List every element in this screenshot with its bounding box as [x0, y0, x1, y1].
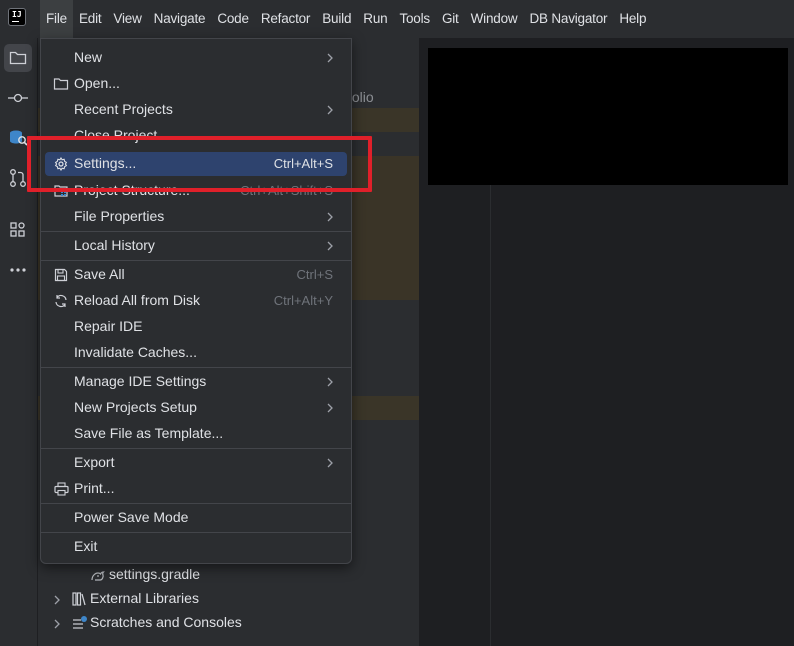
menu-label: New Projects Setup: [74, 399, 197, 415]
more-tools-icon[interactable]: [4, 256, 32, 284]
menu-item-save-all[interactable]: Save All Ctrl+S: [45, 263, 347, 287]
main-menu-bar: IJ File Edit View Navigate Code Refactor Build…: [0, 0, 794, 38]
menu-label: Reload All from Disk: [74, 292, 201, 308]
chevron-right-icon: [327, 403, 333, 413]
menu-edit[interactable]: Edit: [73, 0, 107, 38]
gradle-icon: [91, 571, 105, 581]
menu-item-recent-projects[interactable]: Recent Projects: [45, 98, 347, 122]
file-menu-dropdown: New Open... Recent Projects Close Projec…: [40, 38, 352, 564]
menu-shortcut: Ctrl+Alt+Y: [273, 293, 333, 308]
folder-icon: [53, 76, 69, 92]
menu-item-new-projects-setup[interactable]: New Projects Setup: [45, 396, 347, 420]
menu-item-open[interactable]: Open...: [45, 72, 347, 96]
chevron-right-icon: [327, 212, 333, 222]
chevron-right-icon: [327, 53, 333, 63]
chevron-right-icon[interactable]: [52, 595, 62, 605]
intellij-logo-icon[interactable]: IJ: [8, 8, 26, 26]
menu-file[interactable]: File: [40, 0, 73, 38]
menu-label: Open...: [74, 75, 120, 91]
editor-gutter-line: [490, 185, 491, 646]
menu-tools[interactable]: Tools: [393, 0, 436, 38]
commit-icon[interactable]: [4, 84, 32, 112]
menu-label: Repair IDE: [74, 318, 143, 334]
menu-item-print[interactable]: Print...: [45, 477, 347, 501]
menu-label: Save All: [74, 266, 125, 282]
menu-view[interactable]: View: [107, 0, 147, 38]
menu-label: File Properties: [74, 208, 165, 224]
menu-separator: [41, 503, 351, 504]
chevron-right-icon: [327, 377, 333, 387]
library-icon: [72, 592, 86, 606]
menu-separator: [41, 448, 351, 449]
save-icon: [53, 267, 69, 283]
menu-label: Recent Projects: [74, 101, 173, 117]
menu-label: Local History: [74, 237, 155, 253]
tree-label: External Libraries: [90, 590, 199, 606]
menu-db-navigator[interactable]: DB Navigator: [523, 0, 613, 38]
chevron-right-icon: [327, 458, 333, 468]
menu-item-new[interactable]: New: [45, 46, 347, 70]
redacted-overlay: [428, 48, 788, 185]
settings-annotation-box: [27, 136, 372, 192]
menu-label: Save File as Template...: [74, 425, 224, 441]
menu-run[interactable]: Run: [357, 0, 393, 38]
chevron-right-icon: [327, 105, 333, 115]
menu-label: Manage IDE Settings: [74, 373, 207, 389]
menu-item-local-history[interactable]: Local History: [45, 234, 347, 258]
structure-icon[interactable]: [4, 216, 32, 244]
chevron-right-icon[interactable]: [52, 619, 62, 629]
menu-label: Power Save Mode: [74, 509, 189, 525]
menu-item-file-properties[interactable]: File Properties: [45, 205, 347, 229]
printer-icon: [53, 481, 69, 497]
menu-item-repair-ide[interactable]: Repair IDE: [45, 315, 347, 339]
menu-label: Invalidate Caches...: [74, 344, 197, 360]
menu-item-invalidate-caches[interactable]: Invalidate Caches...: [45, 341, 347, 365]
menu-separator: [41, 532, 351, 533]
menu-list: File Edit View Navigate Code Refactor Build Run…: [40, 0, 652, 38]
menu-shortcut: Ctrl+S: [296, 267, 333, 282]
menu-git[interactable]: Git: [436, 0, 465, 38]
menu-refactor[interactable]: Refactor: [255, 0, 316, 38]
menu-window[interactable]: Window: [465, 0, 524, 38]
menu-build[interactable]: Build: [316, 0, 357, 38]
refresh-icon: [53, 293, 69, 309]
menu-navigate[interactable]: Navigate: [148, 0, 212, 38]
menu-help[interactable]: Help: [613, 0, 652, 38]
menu-code[interactable]: Code: [211, 0, 254, 38]
menu-label: Exit: [74, 538, 98, 554]
menu-item-reload[interactable]: Reload All from Disk Ctrl+Alt+Y: [45, 289, 347, 313]
scratches-icon: [73, 616, 87, 629]
menu-item-manage-ide-settings[interactable]: Manage IDE Settings: [45, 370, 347, 394]
menu-label: Print...: [74, 480, 115, 496]
menu-separator: [41, 231, 351, 232]
chevron-right-icon: [327, 241, 333, 251]
project-folder-icon[interactable]: [4, 44, 32, 72]
menu-separator: [41, 367, 351, 368]
menu-item-exit[interactable]: Exit: [45, 535, 347, 559]
menu-separator: [41, 260, 351, 261]
menu-item-power-save-mode[interactable]: Power Save Mode: [45, 506, 347, 530]
menu-label: New: [74, 49, 103, 65]
tree-label: settings.gradle: [109, 566, 201, 582]
tool-window-strip: [0, 38, 38, 646]
menu-item-save-as-template[interactable]: Save File as Template...: [45, 422, 347, 446]
tree-label: Scratches and Consoles: [90, 614, 242, 630]
menu-label: Export: [74, 454, 115, 470]
menu-item-export[interactable]: Export: [45, 451, 347, 475]
